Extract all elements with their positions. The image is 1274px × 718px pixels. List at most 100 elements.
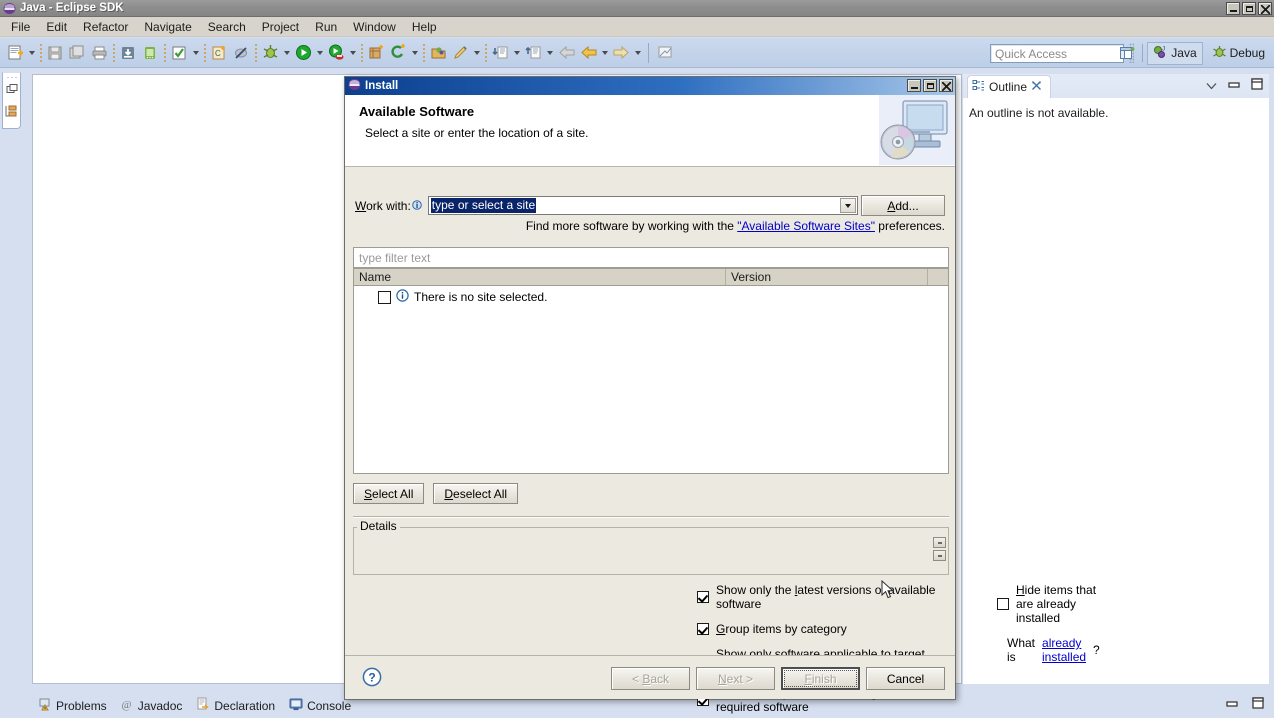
- option-hide-installed[interactable]: Hide items that are already installed: [997, 583, 1100, 625]
- coverage-dropdown-icon[interactable]: [347, 42, 358, 64]
- deselect-all-button[interactable]: Deselect All: [433, 483, 519, 504]
- work-with-value[interactable]: type or select a site: [430, 198, 537, 213]
- run-icon[interactable]: [292, 42, 314, 64]
- back-history-icon[interactable]: [577, 42, 599, 64]
- search-icon[interactable]: [449, 42, 471, 64]
- new-package-icon[interactable]: [365, 42, 387, 64]
- tab-problems[interactable]: Problems: [36, 695, 109, 716]
- scroll-down-button[interactable]: [933, 550, 946, 561]
- menu-item-file[interactable]: File: [3, 18, 38, 36]
- filter-input[interactable]: type filter text: [353, 247, 949, 268]
- tab-javadoc[interactable]: @ Javadoc: [119, 696, 185, 716]
- debug-dropdown-icon[interactable]: [281, 42, 292, 64]
- column-header-name[interactable]: Name: [354, 269, 726, 285]
- new-editor-icon[interactable]: [654, 42, 676, 64]
- menu-item-refactor[interactable]: Refactor: [75, 18, 136, 36]
- back-icon[interactable]: [555, 42, 577, 64]
- toolbar-divider: [648, 42, 649, 63]
- tab-outline[interactable]: Outline: [967, 75, 1052, 98]
- new-wizard-dropdown-icon[interactable]: [26, 42, 37, 64]
- next-annotation-dropdown-icon[interactable]: [511, 42, 522, 64]
- check-build-icon[interactable]: [168, 42, 190, 64]
- menu-item-project[interactable]: Project: [254, 18, 307, 36]
- search-dropdown-icon[interactable]: [471, 42, 482, 64]
- maximize-view-icon[interactable]: [1251, 78, 1263, 93]
- back-button[interactable]: < Back: [611, 667, 690, 690]
- window-restore-button[interactable]: [1242, 2, 1256, 15]
- menu-item-navigate[interactable]: Navigate: [136, 18, 199, 36]
- coverage-icon[interactable]: [325, 42, 347, 64]
- save-icon[interactable]: [44, 42, 66, 64]
- package-explorer-icon[interactable]: [5, 105, 18, 121]
- toggle-breakpoint-icon[interactable]: [230, 42, 252, 64]
- menu-item-help[interactable]: Help: [404, 18, 445, 36]
- restore-icon[interactable]: [6, 83, 18, 98]
- new-wizard-icon[interactable]: [4, 42, 26, 64]
- cancel-button[interactable]: Cancel: [866, 667, 945, 690]
- dialog-title: Install: [365, 80, 399, 92]
- option-show-latest-versions[interactable]: Show only the latest versions of availab…: [697, 583, 955, 611]
- next-button[interactable]: Next >: [696, 667, 775, 690]
- available-software-sites-link[interactable]: "Available Software Sites": [737, 219, 875, 233]
- dialog-close-button[interactable]: [939, 79, 953, 92]
- run-dropdown-icon[interactable]: [314, 42, 325, 64]
- menu-item-edit[interactable]: Edit: [38, 18, 75, 36]
- already-installed-link[interactable]: already installed: [1042, 636, 1086, 664]
- import-android-icon[interactable]: [117, 42, 139, 64]
- new-project-icon[interactable]: [387, 42, 409, 64]
- print-icon[interactable]: [88, 42, 110, 64]
- debug-icon[interactable]: [259, 42, 281, 64]
- maximize-icon[interactable]: [1252, 697, 1264, 712]
- tab-declaration[interactable]: Declaration: [194, 695, 277, 716]
- details-scrollbar[interactable]: [933, 537, 946, 567]
- help-icon[interactable]: ?: [362, 667, 382, 690]
- finish-button[interactable]: Finish: [781, 667, 860, 690]
- new-java-class-icon[interactable]: C: [208, 42, 230, 64]
- info-icon[interactable]: [411, 199, 422, 213]
- view-menu-icon[interactable]: [1206, 79, 1217, 93]
- open-type-icon[interactable]: [427, 42, 449, 64]
- save-all-icon[interactable]: [66, 42, 88, 64]
- open-perspective-button[interactable]: [1117, 43, 1138, 64]
- checkbox[interactable]: [997, 598, 1009, 610]
- available-software-table[interactable]: Name Version There is no site selected.: [353, 268, 949, 474]
- perspective-tab-debug[interactable]: Debug: [1207, 43, 1270, 64]
- table-row[interactable]: There is no site selected.: [354, 286, 948, 308]
- row-checkbox[interactable]: [378, 290, 391, 304]
- work-with-combo[interactable]: type or select a site: [427, 196, 858, 215]
- chevron-down-icon[interactable]: [839, 198, 856, 213]
- view-stack-grip[interactable]: [6, 76, 19, 79]
- checkbox[interactable]: [697, 623, 709, 635]
- android-device-icon[interactable]: [139, 42, 161, 64]
- perspective-tab-java[interactable]: J Java: [1147, 41, 1203, 65]
- previous-annotation-dropdown-icon[interactable]: [544, 42, 555, 64]
- forward-history-icon[interactable]: [610, 42, 632, 64]
- next-annotation-icon[interactable]: [489, 42, 511, 64]
- menu-item-window[interactable]: Window: [345, 18, 404, 36]
- minimized-view-stack: [2, 72, 21, 129]
- add-site-button[interactable]: Add...: [861, 195, 945, 216]
- menu-item-search[interactable]: Search: [200, 18, 254, 36]
- scroll-up-button[interactable]: [933, 537, 946, 548]
- window-minimize-button[interactable]: [1226, 2, 1240, 15]
- select-all-button[interactable]: Select All: [353, 483, 425, 504]
- separator: [353, 516, 949, 518]
- dialog-title-bar[interactable]: Install: [345, 77, 955, 95]
- checkbox[interactable]: [697, 591, 709, 603]
- restore-icon[interactable]: [1226, 698, 1238, 712]
- forward-history-dropdown-icon[interactable]: [632, 42, 643, 64]
- dialog-body: Work with: type or select a site Add... …: [345, 167, 1100, 714]
- window-close-button[interactable]: [1258, 2, 1272, 15]
- quick-access-input[interactable]: Quick Access: [990, 44, 1124, 63]
- minimize-view-icon[interactable]: [1228, 79, 1240, 93]
- close-tab-icon[interactable]: [1031, 80, 1042, 94]
- option-group-by-category[interactable]: Group items by category: [697, 622, 955, 636]
- column-header-version[interactable]: Version: [726, 269, 928, 285]
- check-build-dropdown-icon[interactable]: [190, 42, 201, 64]
- new-project-dropdown-icon[interactable]: [409, 42, 420, 64]
- dialog-maximize-button[interactable]: [923, 79, 937, 92]
- back-history-dropdown-icon[interactable]: [599, 42, 610, 64]
- menu-item-run[interactable]: Run: [307, 18, 345, 36]
- dialog-minimize-button[interactable]: [907, 79, 921, 92]
- previous-annotation-icon[interactable]: [522, 42, 544, 64]
